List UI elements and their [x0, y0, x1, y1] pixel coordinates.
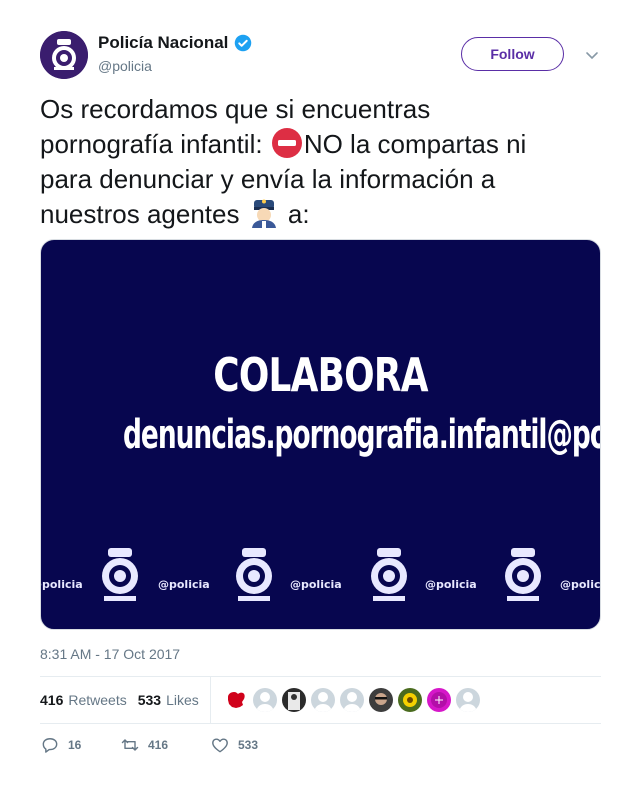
stats-divider — [209, 676, 211, 723]
liker-avatars — [223, 687, 480, 712]
liker-avatar[interactable] — [397, 687, 422, 712]
follow-button[interactable]: Follow — [461, 37, 564, 71]
liker-avatar[interactable] — [223, 687, 248, 712]
retweets-stat[interactable]: 416 Retweets — [40, 692, 127, 708]
profile-avatar[interactable] — [40, 31, 88, 79]
no-entry-icon — [271, 128, 302, 158]
tweet-stats: 416 Retweets 533 Likes — [40, 676, 601, 723]
tweet-text-line: nuestros agentes a: — [40, 197, 605, 232]
reply-count: 16 — [68, 738, 82, 752]
likes-count: 533 — [137, 691, 162, 708]
police-emblem-strip-icon — [102, 548, 541, 601]
retweet-icon — [121, 739, 139, 751]
like-button[interactable]: 533 — [210, 735, 258, 755]
retweets-count: 416 — [40, 691, 64, 708]
liker-avatar[interactable] — [339, 687, 364, 712]
media-watermark: @policia — [158, 578, 210, 591]
like-count: 533 — [238, 738, 259, 752]
divider — [40, 723, 601, 724]
likes-stat[interactable]: 533 Likes — [138, 692, 199, 708]
police-emblem-icon — [40, 31, 88, 79]
author-info: Policía Nacional @policia — [98, 33, 252, 74]
chevron-down-icon[interactable] — [584, 47, 600, 63]
retweet-count: 416 — [148, 738, 169, 752]
tweet-text-fragment: NO la compartas ni — [303, 129, 527, 159]
reply-icon — [42, 738, 58, 753]
tweet-card: Policía Nacional @policia Follow Os reco… — [0, 0, 640, 785]
liker-avatar[interactable] — [426, 687, 451, 712]
reply-button[interactable]: 16 — [40, 735, 120, 755]
heart-icon — [212, 738, 228, 753]
media-headline: COLABORA — [213, 348, 428, 402]
liker-avatar[interactable] — [310, 687, 335, 712]
police-officer-icon — [251, 199, 276, 228]
tweet-actions: 16 416 533 — [40, 735, 258, 755]
tweet-text-line: para denunciar y envía la información a — [40, 164, 496, 194]
liker-avatar[interactable] — [281, 687, 306, 712]
media-watermark: @policia — [560, 578, 601, 591]
liker-avatar[interactable] — [368, 687, 393, 712]
verified-badge-icon — [235, 34, 252, 52]
media-image[interactable]: COLABORA denuncias.pornografia.infantil@… — [40, 239, 601, 630]
tweet-text-fragment: pornografía infantil: — [40, 129, 270, 159]
liker-avatar[interactable] — [252, 687, 277, 712]
tweet-text-fragment: nuestros agentes — [40, 199, 247, 229]
media-watermark: @policia — [41, 578, 83, 591]
author-name[interactable]: Policía Nacional — [98, 33, 228, 53]
author-handle[interactable]: @policia — [98, 58, 252, 74]
tweet-text: Os recordamos que si encuentras pornogra… — [40, 92, 605, 232]
media-watermark: @policia — [290, 578, 342, 591]
tweet-text-fragment: a: — [280, 199, 310, 229]
retweets-label: Retweets — [68, 691, 127, 708]
likes-label: Likes — [166, 691, 199, 708]
retweet-button[interactable]: 416 — [120, 735, 210, 755]
tweet-text-line: Os recordamos que si encuentras — [40, 94, 431, 124]
tweet-timestamp[interactable]: 8:31 AM - 17 Oct 2017 — [40, 646, 180, 662]
liker-avatar[interactable] — [455, 687, 480, 712]
media-watermark: @policia — [425, 578, 477, 591]
media-email: denuncias.pornografia.infantil@policia.e… — [122, 412, 600, 458]
tweet-text-line: pornografía infantil: NO la compartas ni — [40, 127, 605, 162]
